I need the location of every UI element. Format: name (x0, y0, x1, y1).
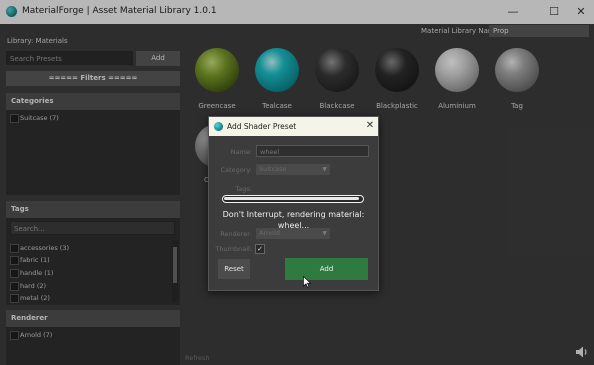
thumbnail-checkbox[interactable]: ✓ (255, 244, 265, 254)
chevron-down-icon: ▼ (322, 230, 327, 237)
category-select[interactable]: Suitcase ▼ (256, 164, 330, 175)
renderer-value: Arnold (259, 229, 281, 237)
renderer-select[interactable]: Arnold ▼ (256, 228, 330, 239)
render-progress-bar (222, 195, 364, 203)
dialog-close-icon[interactable]: ✕ (364, 120, 376, 132)
category-value: Suitcase (259, 165, 287, 173)
renderer-label: Renderer: (220, 230, 252, 238)
name-field[interactable]: wheel (256, 145, 369, 157)
category-label: Category: (220, 166, 252, 174)
render-progress-fill (224, 197, 360, 200)
dialog-title: Add Shader Preset (227, 122, 297, 131)
app-logo-icon (214, 122, 223, 131)
tags-label: Tags: (235, 185, 252, 193)
name-label: Name: (230, 148, 252, 156)
add-button[interactable]: Add (285, 258, 368, 280)
add-shader-preset-dialog: Add Shader Preset ✕ Name: wheel Category… (208, 116, 379, 291)
reset-button[interactable]: Reset (218, 259, 250, 279)
chevron-down-icon: ▼ (322, 166, 327, 173)
thumbnail-label: Thumbnail: (215, 245, 252, 253)
mouse-cursor-icon (303, 276, 311, 288)
dialog-title-bar: Add Shader Preset ✕ (209, 117, 378, 136)
